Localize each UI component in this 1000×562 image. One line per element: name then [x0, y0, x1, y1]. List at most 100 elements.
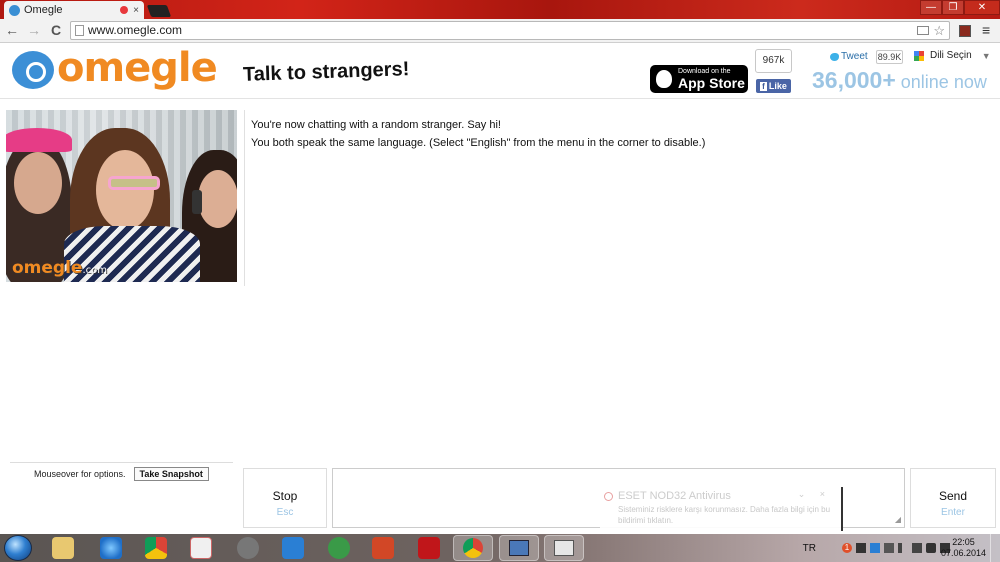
window-controls: — ❐ ✕	[920, 0, 1000, 17]
app-store-big-text: App Store	[678, 75, 745, 91]
flag-icon[interactable]	[856, 543, 866, 553]
video-face-right	[198, 170, 237, 228]
browser-tab-omegle[interactable]: Omegle ×	[4, 1, 144, 19]
app-store-badge[interactable]: Download on the App Store	[650, 65, 748, 93]
computer-icon	[509, 540, 529, 556]
video-watermark: omegle.com	[12, 258, 107, 278]
stop-button[interactable]: Stop Esc	[243, 468, 327, 528]
reload-button[interactable]: C	[48, 22, 64, 38]
send-button[interactable]: Send Enter	[910, 468, 996, 528]
video-face-center	[96, 150, 154, 230]
online-count-number: 36,000+	[812, 67, 896, 93]
download-manager-icon[interactable]	[328, 537, 350, 559]
signal-icon[interactable]	[898, 543, 908, 553]
omegle-favicon-icon	[9, 4, 20, 16]
dropbox-icon[interactable]	[282, 537, 304, 559]
language-indicator[interactable]: TR	[803, 543, 816, 554]
show-desktop-button[interactable]	[990, 534, 1000, 562]
address-bar[interactable]: www.omegle.com ☆	[70, 21, 950, 40]
internet-explorer-icon[interactable]	[100, 537, 122, 559]
facebook-icon: f	[760, 81, 767, 91]
tweet-button[interactable]: Tweet	[830, 51, 868, 62]
browser-toolbar: ← → C www.omegle.com ☆	[0, 19, 1000, 43]
recording-indicator-icon	[120, 6, 129, 14]
media-player-icon[interactable]	[190, 537, 212, 559]
online-count: 36,000+ online now	[812, 67, 987, 94]
volume-icon[interactable]	[926, 543, 936, 553]
bookmark-star-icon[interactable]: ☆	[933, 22, 945, 39]
dropbox-tray-icon[interactable]	[870, 543, 880, 553]
paint-icon	[554, 540, 574, 556]
system-tray: TR 1	[803, 534, 950, 562]
chrome-icon[interactable]	[145, 537, 167, 559]
google-translate-select[interactable]: Dili Seçin ▼	[914, 50, 991, 61]
clock-date: 07.06.2014	[940, 548, 986, 558]
google-translate-icon	[914, 50, 924, 61]
chevron-down-icon: ▼	[981, 50, 991, 61]
minimize-button[interactable]: —	[920, 0, 942, 15]
translate-label: Dili Seçin	[930, 50, 972, 61]
app-icon[interactable]	[237, 537, 259, 559]
address-bar-url: www.omegle.com	[88, 23, 183, 37]
video-watermark-text: omegle	[12, 258, 83, 278]
paint-taskbar-button[interactable]	[544, 535, 584, 561]
tab-title: Omegle	[24, 4, 63, 16]
network-taskbar-button[interactable]	[499, 535, 539, 561]
site-header: omegle Talk to strangers! Download on th…	[0, 43, 1000, 99]
clock[interactable]: 22:05 07.06.2014	[941, 537, 986, 559]
video-face-left	[14, 152, 62, 214]
video-watermark-suffix: .com	[82, 265, 107, 276]
apple-icon	[656, 70, 672, 88]
tweet-count: 89.9K	[876, 50, 903, 64]
forward-button[interactable]: →	[26, 22, 42, 38]
clock-time: 22:05	[952, 537, 975, 547]
tweet-label: Tweet	[841, 51, 868, 62]
back-button[interactable]: ←	[4, 22, 20, 38]
notification-badge-icon[interactable]: 1	[842, 543, 852, 553]
new-tab-button[interactable]	[146, 5, 172, 17]
resize-grip-icon[interactable]: ◢	[895, 515, 901, 524]
close-tab-icon[interactable]: ×	[133, 5, 139, 16]
video-headphones	[192, 190, 202, 214]
start-button[interactable]	[4, 535, 32, 561]
video-sunglasses	[108, 176, 160, 190]
notification-controls[interactable]: ⌄ ×	[798, 489, 831, 500]
omegle-logo-icon[interactable]	[12, 51, 54, 89]
take-snapshot-button[interactable]: Take Snapshot	[133, 467, 209, 481]
stranger-video[interactable]: omegle.com	[6, 110, 237, 282]
notification-body: Sisteminiz risklere karşı korunmasız. Da…	[618, 505, 831, 525]
power-icon[interactable]	[884, 543, 894, 553]
facebook-like-count: 967k	[755, 49, 792, 73]
restore-button[interactable]: ❐	[942, 0, 964, 15]
facebook-like-button[interactable]: f Like	[756, 79, 791, 93]
video-pink-cap	[6, 128, 72, 152]
powerpoint-icon[interactable]	[372, 537, 394, 559]
windows-taskbar: TR 1 22:05 07.06.2014	[0, 534, 1000, 562]
close-window-button[interactable]: ✕	[964, 0, 1000, 15]
status-message: You're now chatting with a random strang…	[251, 119, 501, 131]
options-hint[interactable]: Mouseover for options.	[34, 469, 126, 479]
adobe-reader-icon[interactable]	[418, 537, 440, 559]
video-options: Mouseover for options. Take Snapshot	[10, 462, 233, 481]
stop-label: Stop	[272, 489, 298, 503]
notification-title: ESET NOD32 Antivirus	[618, 490, 731, 502]
online-count-label: online now	[900, 72, 987, 92]
explorer-icon[interactable]	[52, 537, 74, 559]
chrome-menu-icon[interactable]: ≡	[982, 22, 990, 38]
browser-tab-strip: Omegle × — ❐ ✕	[0, 0, 1000, 19]
facebook-like-label: Like	[768, 81, 787, 91]
extension-icon[interactable]	[959, 25, 971, 37]
chrome-active-taskbar-button[interactable]	[453, 535, 493, 561]
send-shortcut: Enter	[941, 507, 965, 518]
page-icon	[75, 25, 84, 36]
eset-warning-icon	[604, 492, 613, 501]
status-message: You both speak the same language. (Selec…	[251, 137, 706, 149]
cast-icon[interactable]	[917, 26, 929, 35]
network-icon[interactable]	[912, 543, 922, 553]
twitter-bird-icon	[830, 52, 839, 61]
tagline: Talk to strangers!	[242, 58, 410, 86]
eset-notification[interactable]: ESET NOD32 Antivirus Sisteminiz risklere…	[600, 487, 843, 531]
send-label: Send	[938, 489, 968, 503]
chrome-icon	[463, 538, 483, 558]
omegle-logo-text[interactable]: omegle	[57, 45, 218, 91]
